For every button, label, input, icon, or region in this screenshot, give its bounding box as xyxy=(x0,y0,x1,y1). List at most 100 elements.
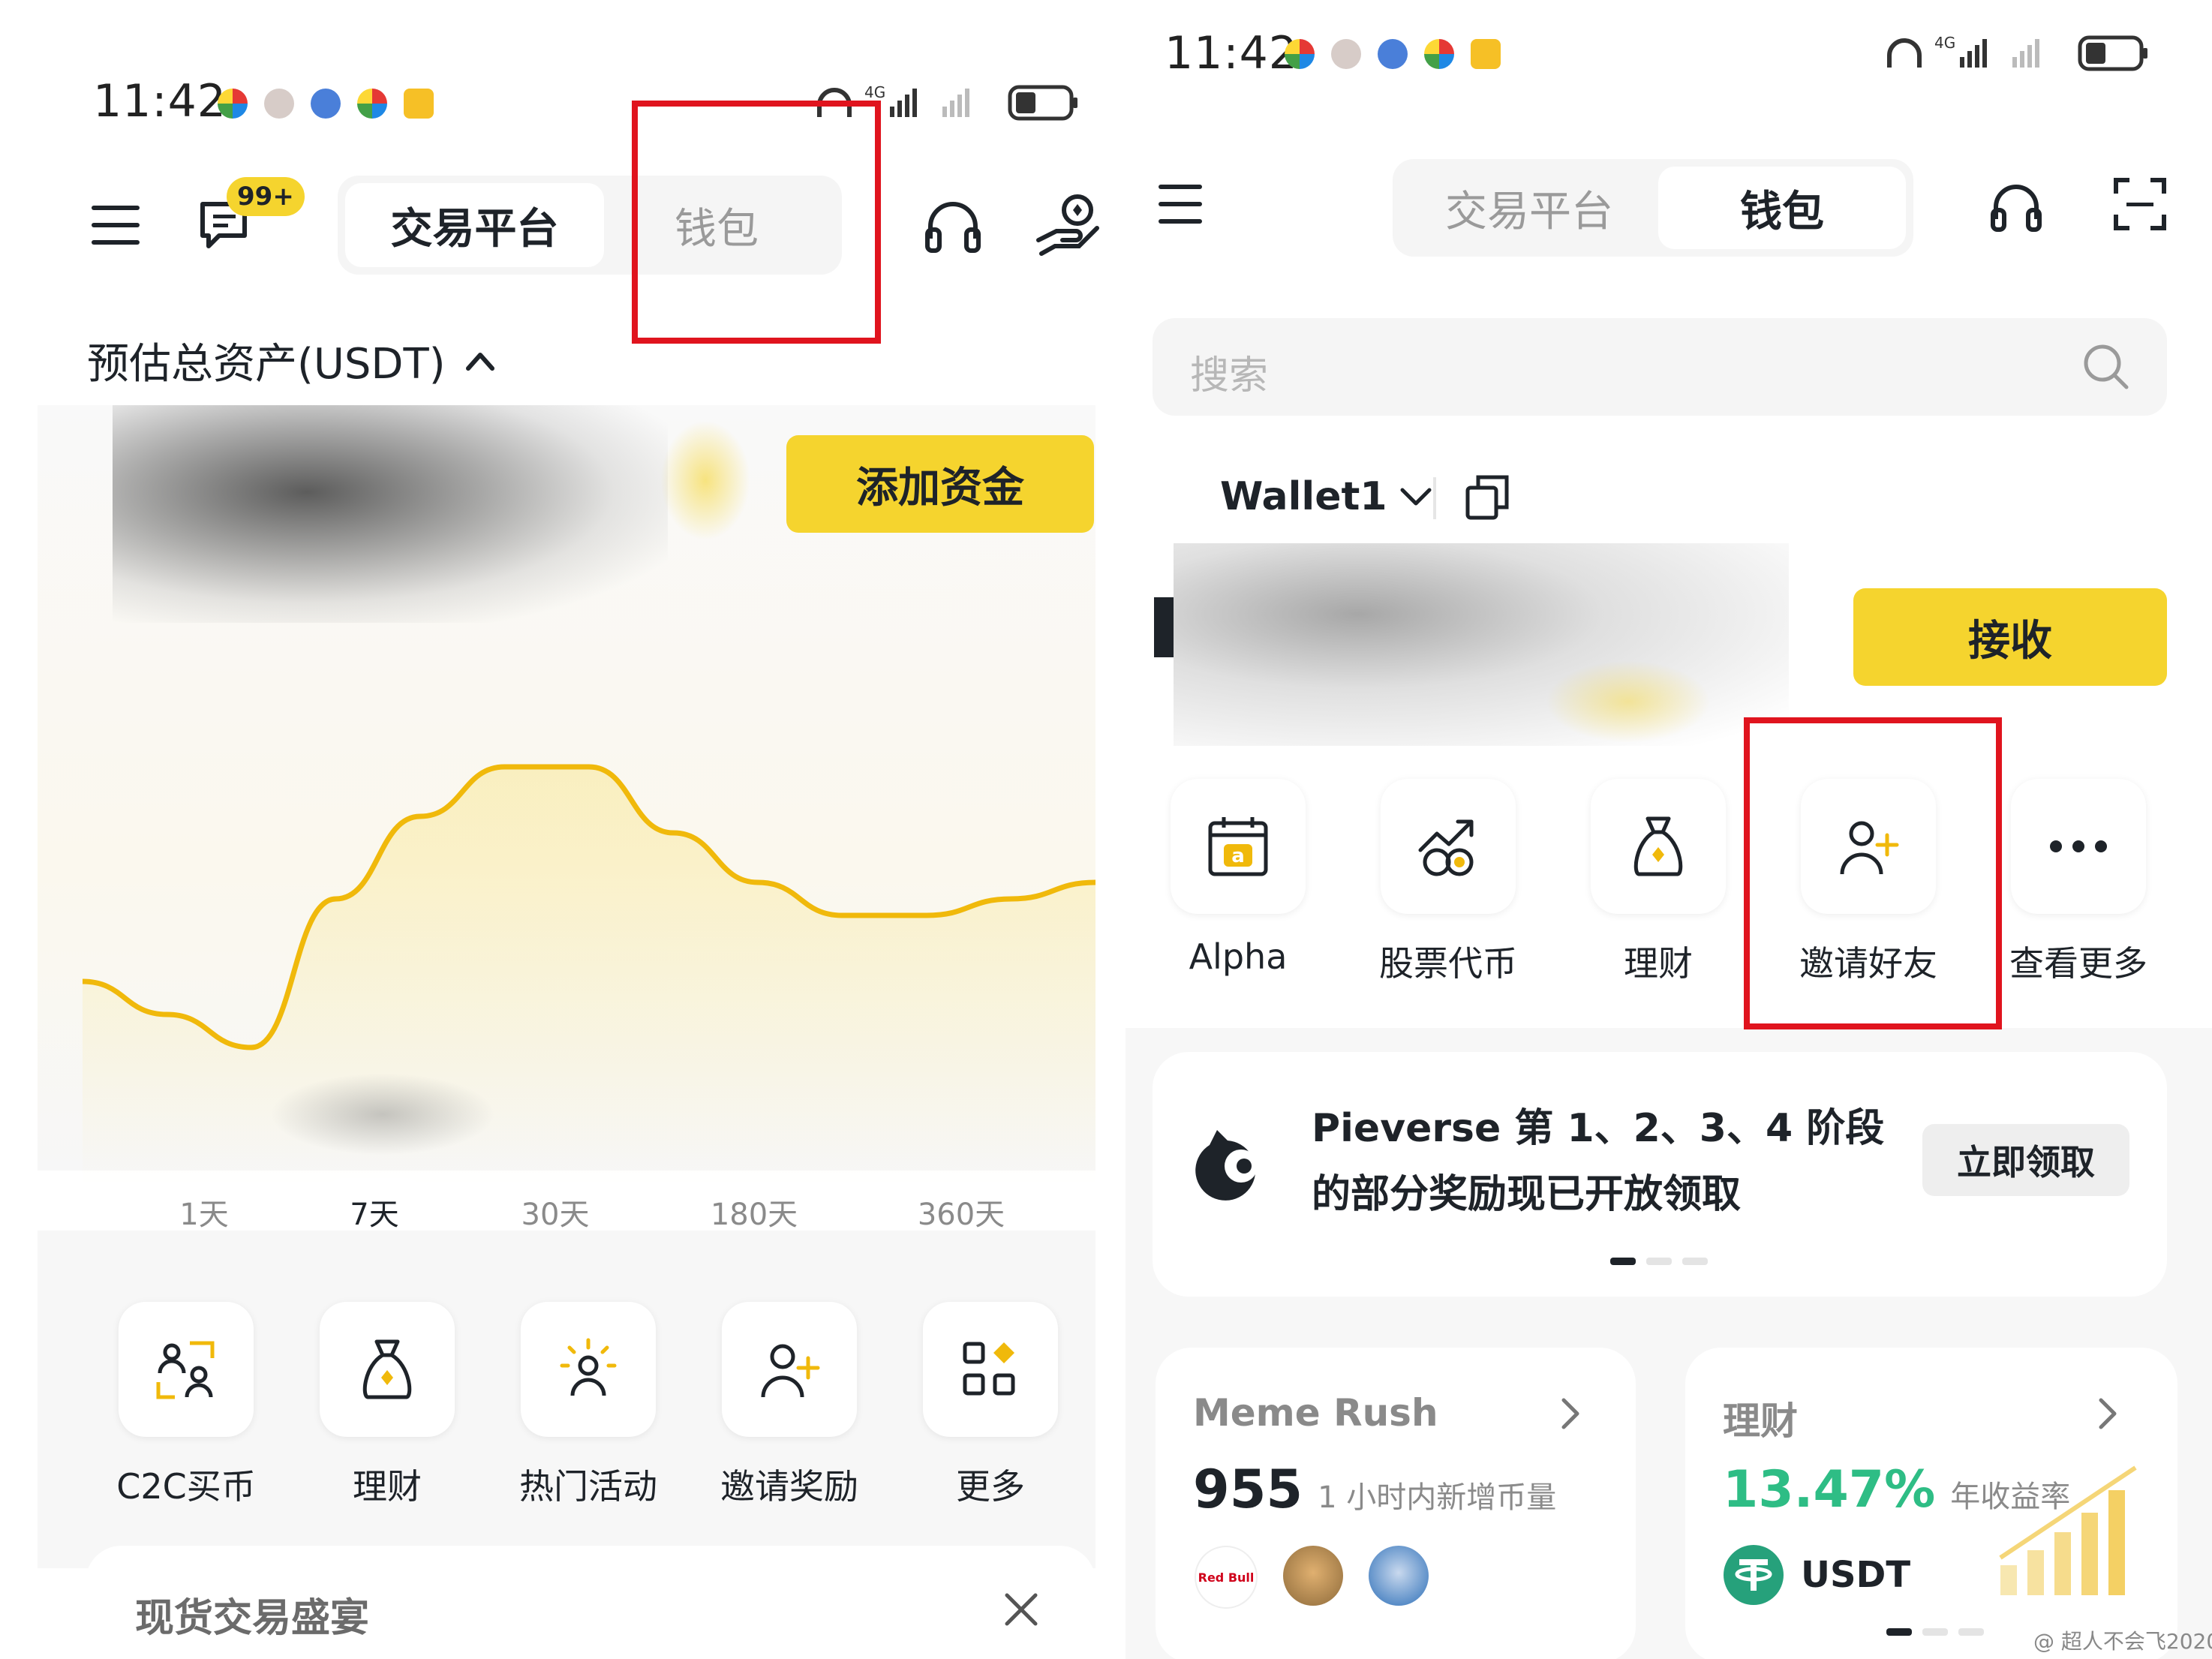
promo-title: 现货交易盛宴 xyxy=(135,1596,370,1641)
highlight-invite-friends xyxy=(1744,717,2002,1029)
c2c-users-icon xyxy=(156,1341,215,1399)
quick-action-alpha[interactable]: a Alpha xyxy=(1163,779,1313,977)
message-badge: 99+ xyxy=(227,177,305,216)
quick-action-label: 更多 xyxy=(956,1466,1025,1507)
app-notification-icon xyxy=(1331,39,1361,69)
usdt-icon xyxy=(1724,1545,1784,1605)
app-notification-icon xyxy=(218,89,248,119)
alpha-calendar-icon: a xyxy=(1208,817,1268,876)
quick-action-more[interactable]: 更多 xyxy=(915,1302,1065,1509)
status-system-icons: 4G xyxy=(1887,34,2147,71)
svg-text:4G: 4G xyxy=(864,83,885,101)
redacted-area xyxy=(270,1073,495,1156)
menu-icon[interactable] xyxy=(92,203,140,248)
status-time: 11:42 xyxy=(93,75,227,128)
carousel-dot-active xyxy=(1886,1628,1912,1636)
app-notification-icon xyxy=(1285,39,1315,69)
support-headset-icon[interactable] xyxy=(923,200,983,255)
chart-area-fill xyxy=(83,767,1095,1186)
redacted-balance xyxy=(113,405,668,623)
status-notification-icons xyxy=(218,89,434,119)
quick-action-earn[interactable]: 理财 xyxy=(1583,779,1733,986)
more-dots-icon xyxy=(2050,840,2107,852)
quick-action-label: C2C买币 xyxy=(116,1466,256,1507)
meme-rush-card[interactable]: Meme Rush 955 1 小时内新增币量 Red Bull xyxy=(1156,1348,1636,1659)
quick-action-view-more[interactable]: 查看更多 xyxy=(2003,779,2153,986)
carousel-dot xyxy=(1682,1258,1708,1265)
wallet-selector[interactable]: Wallet1 xyxy=(1220,474,1432,519)
svg-text:4G: 4G xyxy=(1934,34,1955,52)
menu-icon[interactable] xyxy=(1159,183,1202,225)
search-input[interactable]: 搜索 xyxy=(1190,344,1268,400)
chevron-right-icon xyxy=(2099,1398,2117,1429)
announcement-card[interactable]: Pieverse 第 1、2、3、4 阶段 的部分奖励现已开放领取 立即领取 xyxy=(1153,1052,2167,1297)
balance-fragment xyxy=(1154,597,1174,657)
earn-token-name: USDT xyxy=(1801,1554,1911,1596)
close-icon[interactable] xyxy=(1002,1591,1040,1628)
search-bar[interactable]: 搜索 xyxy=(1153,318,2167,416)
watermark: @ 超人不会飞2020 xyxy=(2033,1629,2212,1654)
mail-notification-icon xyxy=(404,89,434,119)
quick-action-events[interactable]: 热门活动 xyxy=(513,1302,663,1509)
quick-action-label: 邀请奖励 xyxy=(720,1466,858,1507)
promo-card[interactable]: 现货交易盛宴 xyxy=(86,1546,1095,1659)
chevron-up-icon xyxy=(465,352,494,371)
token-avatar xyxy=(1369,1546,1429,1606)
stock-icon-box xyxy=(1381,779,1516,914)
status-time: 11:42 xyxy=(1165,27,1298,80)
meme-rush-title: Meme Rush xyxy=(1193,1391,1438,1435)
wallet-name: Wallet1 xyxy=(1220,474,1387,519)
quick-action-invite-reward[interactable]: 邀请奖励 xyxy=(714,1302,864,1509)
app-notification-icon xyxy=(357,89,387,119)
add-funds-button[interactable]: 添加资金 xyxy=(786,435,1094,533)
asset-line-chart xyxy=(83,764,1095,1186)
announcement-text: Pieverse 第 1、2、3、4 阶段 的部分奖励现已开放领取 xyxy=(1312,1095,1884,1228)
scan-icon[interactable] xyxy=(2113,177,2167,231)
token-avatar-redbull: Red Bull xyxy=(1195,1546,1258,1609)
divider xyxy=(1433,477,1436,519)
app-notification-icon xyxy=(264,89,294,119)
earn-token-row: USDT xyxy=(1723,1544,1910,1606)
right-screen: 11:42 4G 交易平台 钱包 搜索 Wallet1 接收 a Alpha 股… xyxy=(1126,0,2212,1659)
carousel-indicator xyxy=(1610,1258,1708,1265)
quick-action-c2c[interactable]: C2C买币 xyxy=(111,1302,261,1509)
receive-button[interactable]: 接收 xyxy=(1853,588,2167,686)
grid-more-icon xyxy=(963,1342,1015,1396)
quick-action-earn[interactable]: 理财 xyxy=(312,1302,462,1509)
quick-action-label: 理财 xyxy=(1624,943,1693,984)
browser-notification-icon xyxy=(1378,39,1408,69)
estimated-assets-label[interactable]: 预估总资产(USDT) xyxy=(87,330,495,391)
earn-carousel-indicator xyxy=(1886,1628,1984,1636)
money-bag-icon xyxy=(362,1339,412,1399)
meme-count: 955 xyxy=(1193,1459,1303,1520)
earn-card[interactable]: 理财 13.47% 年收益率 USDT xyxy=(1685,1348,2177,1659)
browser-notification-icon xyxy=(311,89,341,119)
search-icon[interactable] xyxy=(2081,342,2131,392)
apy-row: 13.47% 年收益率 xyxy=(1723,1460,2070,1519)
c2c-icon-box xyxy=(119,1302,254,1437)
carousel-dot-active xyxy=(1610,1258,1636,1265)
person-add-icon xyxy=(761,1344,820,1398)
earn-icon-box xyxy=(320,1302,455,1437)
gift-hand-icon[interactable] xyxy=(1034,194,1101,258)
left-screen: 11:42 4G 99+ 交易平台 钱包 预估总资产(USDT) 添加资金 1天… xyxy=(0,0,1111,1659)
redacted-area xyxy=(1546,660,1711,743)
copy-icon[interactable] xyxy=(1465,474,1510,521)
support-headset-icon[interactable] xyxy=(1988,182,2044,234)
claim-now-button[interactable]: 立即领取 xyxy=(1922,1124,2129,1196)
meme-count-label: 1 小时内新增币量 xyxy=(1318,1480,1557,1515)
more-icon-box xyxy=(923,1302,1058,1437)
events-icon-box xyxy=(521,1302,656,1437)
apy-label: 年收益率 xyxy=(1950,1480,2071,1514)
meme-token-avatars: Red Bull xyxy=(1195,1546,1429,1609)
mail-notification-icon xyxy=(1471,39,1501,69)
tab-trading-platform[interactable]: 交易平台 xyxy=(1400,167,1658,249)
tab-trading-platform[interactable]: 交易平台 xyxy=(345,183,604,267)
carousel-dot xyxy=(1958,1628,1984,1636)
carousel-dot xyxy=(1646,1258,1672,1265)
tab-wallet[interactable]: 钱包 xyxy=(1658,167,1906,249)
quick-action-stock-token[interactable]: 股票代币 xyxy=(1373,779,1523,986)
highlight-wallet-tab xyxy=(632,101,881,344)
assets-label-text: 预估总资产(USDT) xyxy=(87,340,446,389)
quick-action-label: Alpha xyxy=(1189,936,1288,977)
